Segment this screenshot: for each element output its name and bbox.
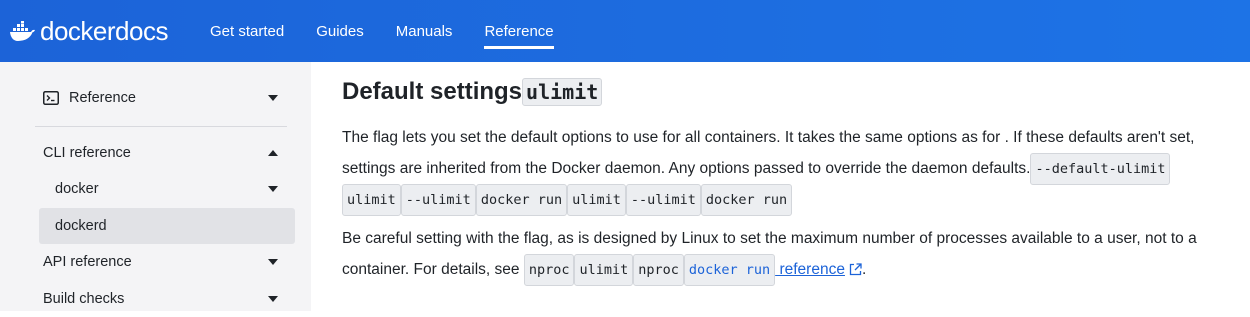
sidebar-item-label: Build checks: [43, 291, 125, 307]
nav-get-started[interactable]: Get started: [194, 0, 300, 62]
inline-code: --default-ulimit: [1030, 152, 1171, 185]
inline-code-row: ulimit --ulimit docker run ulimit --ulim…: [342, 183, 1232, 216]
nav-reference[interactable]: Reference: [468, 0, 569, 62]
paragraph-line: settings are inherited from the Docker d…: [342, 152, 1232, 185]
nav-manuals[interactable]: Manuals: [380, 0, 469, 62]
paragraph-line: The flag lets you set the default option…: [342, 128, 1195, 146]
paragraph-line: Be careful setting with the flag, as is …: [342, 229, 1197, 247]
sidebar: Reference CLI reference docker dockerd A…: [0, 62, 311, 311]
inline-code: ulimit: [574, 253, 634, 286]
paragraph-nproc: Be careful setting with the flag, as is …: [342, 223, 1232, 286]
external-link-icon: [849, 263, 862, 276]
inline-code: ulimit: [342, 183, 401, 216]
sidebar-item-dockerd[interactable]: dockerd: [39, 208, 295, 244]
inline-code: nproc: [523, 253, 575, 286]
chevron-down-icon[interactable]: [259, 179, 287, 199]
chevron-down-icon[interactable]: [259, 88, 287, 108]
terminal-icon: [43, 91, 61, 105]
sidebar-item-label: API reference: [43, 254, 132, 270]
paragraph-default-ulimit: The flag lets you set the default option…: [342, 122, 1232, 216]
inline-code: nproc: [633, 253, 684, 286]
chevron-down-icon[interactable]: [259, 252, 287, 272]
docker-run-reference-link-code[interactable]: docker run: [683, 253, 776, 286]
inline-code: --ulimit: [400, 183, 476, 216]
sidebar-section-reference[interactable]: Reference: [43, 80, 287, 116]
inline-code: docker run: [700, 183, 793, 216]
sidebar-divider: [35, 126, 287, 127]
docker-docs-logo[interactable]: dockerdocs: [10, 18, 168, 44]
heading-code: ulimit: [522, 78, 603, 106]
link-text: reference: [775, 260, 845, 278]
sidebar-item-cli-reference[interactable]: CLI reference: [35, 135, 287, 171]
paragraph-text: settings are inherited from the Docker d…: [342, 159, 1031, 177]
heading-text: Default settings: [342, 78, 523, 105]
docker-run-reference-link[interactable]: reference: [775, 257, 862, 283]
paragraph-text: .: [861, 260, 867, 278]
sidebar-item-docker[interactable]: docker: [35, 171, 287, 207]
inline-code: ulimit: [567, 183, 626, 216]
page-heading: Default settings ulimit: [342, 78, 603, 106]
sidebar-section-label: Reference: [69, 90, 136, 106]
top-header: dockerdocs Get started Guides Manuals Re…: [0, 0, 1250, 62]
brand-name: dockerdocs: [40, 16, 168, 46]
docker-whale-icon: [10, 21, 35, 41]
nav-guides[interactable]: Guides: [300, 0, 380, 62]
inline-code: --ulimit: [625, 183, 701, 216]
main-nav: Get started Guides Manuals Reference: [194, 0, 570, 62]
chevron-up-icon[interactable]: [259, 143, 287, 163]
sidebar-item-label: dockerd: [55, 218, 107, 234]
inline-code: docker run: [475, 183, 568, 216]
sidebar-item-build-checks[interactable]: Build checks: [35, 281, 287, 317]
paragraph-line: container. For details, see nproc ulimit n…: [342, 253, 1232, 286]
sidebar-item-label: docker: [55, 181, 99, 197]
chevron-down-icon[interactable]: [259, 289, 287, 309]
sidebar-item-api-reference[interactable]: API reference: [35, 244, 287, 280]
sidebar-item-label: CLI reference: [43, 145, 131, 161]
paragraph-text: container. For details, see: [342, 260, 520, 278]
